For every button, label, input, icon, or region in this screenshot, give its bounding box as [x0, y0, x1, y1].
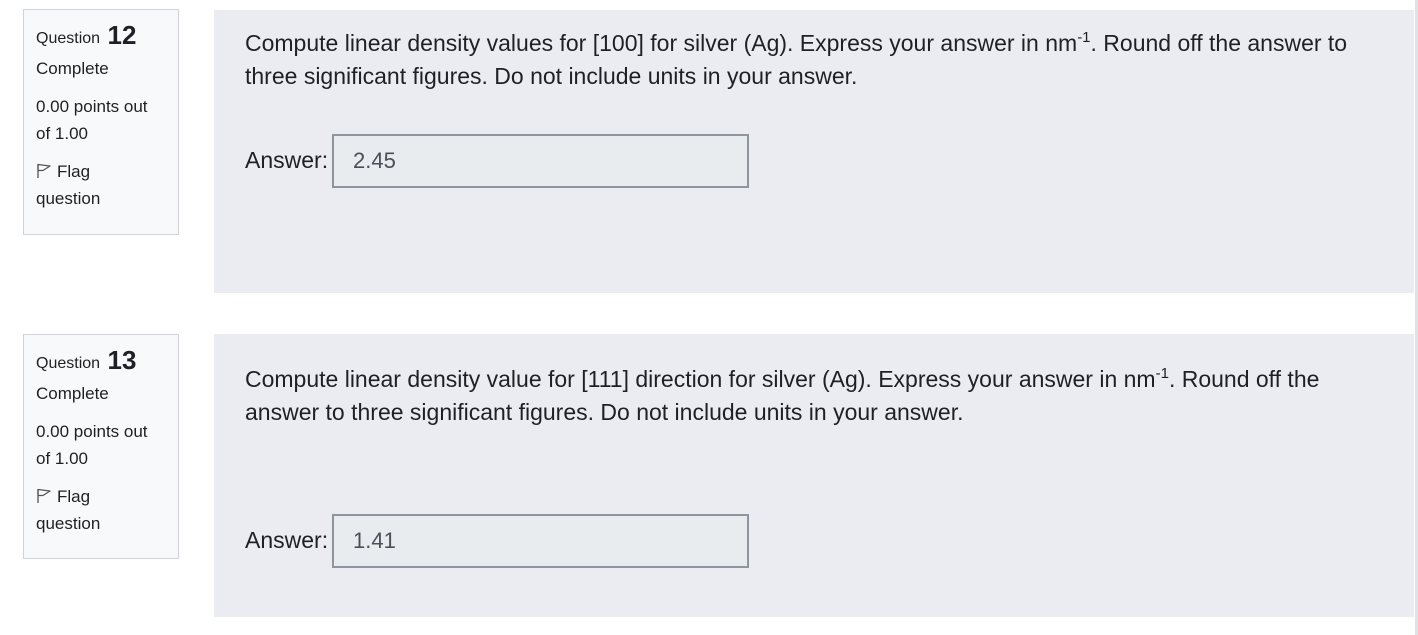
question-text-superscript: -1: [1077, 29, 1091, 46]
flag-icon: [36, 160, 54, 178]
question-12: Question 12 Complete 0.00 points out of …: [0, 0, 1418, 300]
flag-icon: [36, 485, 54, 503]
question-number: Question 13: [36, 346, 166, 376]
question-grade: 0.00 points out of 1.00: [36, 97, 148, 143]
flag-question-button[interactable]: Flag question: [36, 158, 156, 212]
answer-input[interactable]: [332, 514, 749, 568]
question-number-value: 12: [107, 20, 137, 50]
question-grade: 0.00 points out of 1.00: [36, 422, 148, 468]
question-info: Question 12 Complete 0.00 points out of …: [23, 9, 179, 235]
question-number-value: 13: [107, 345, 137, 375]
question-13: Question 13 Complete 0.00 points out of …: [0, 324, 1418, 635]
question-text-superscript: -1: [1155, 365, 1169, 382]
question-info: Question 13 Complete 0.00 points out of …: [23, 334, 179, 559]
question-text-main: Compute linear density values for [100] …: [245, 30, 1078, 56]
question-state: Complete: [36, 384, 109, 403]
question-label: Question: [36, 30, 101, 47]
answer-input[interactable]: [332, 134, 749, 188]
question-state: Complete: [36, 59, 109, 78]
question-number: Question 12: [36, 21, 166, 51]
question-text: Compute linear density value for [111] d…: [245, 363, 1395, 429]
answer-label: Answer:: [245, 147, 329, 173]
answer-label: Answer:: [245, 527, 329, 553]
question-content: Compute linear density value for [111] d…: [214, 334, 1414, 617]
question-text-main: Compute linear density value for [111] d…: [245, 366, 1156, 392]
question-text: Compute linear density values for [100] …: [245, 27, 1395, 93]
flag-question-button[interactable]: Flag question: [36, 483, 156, 537]
question-label: Question: [36, 355, 101, 372]
question-content: Compute linear density values for [100] …: [214, 10, 1414, 293]
